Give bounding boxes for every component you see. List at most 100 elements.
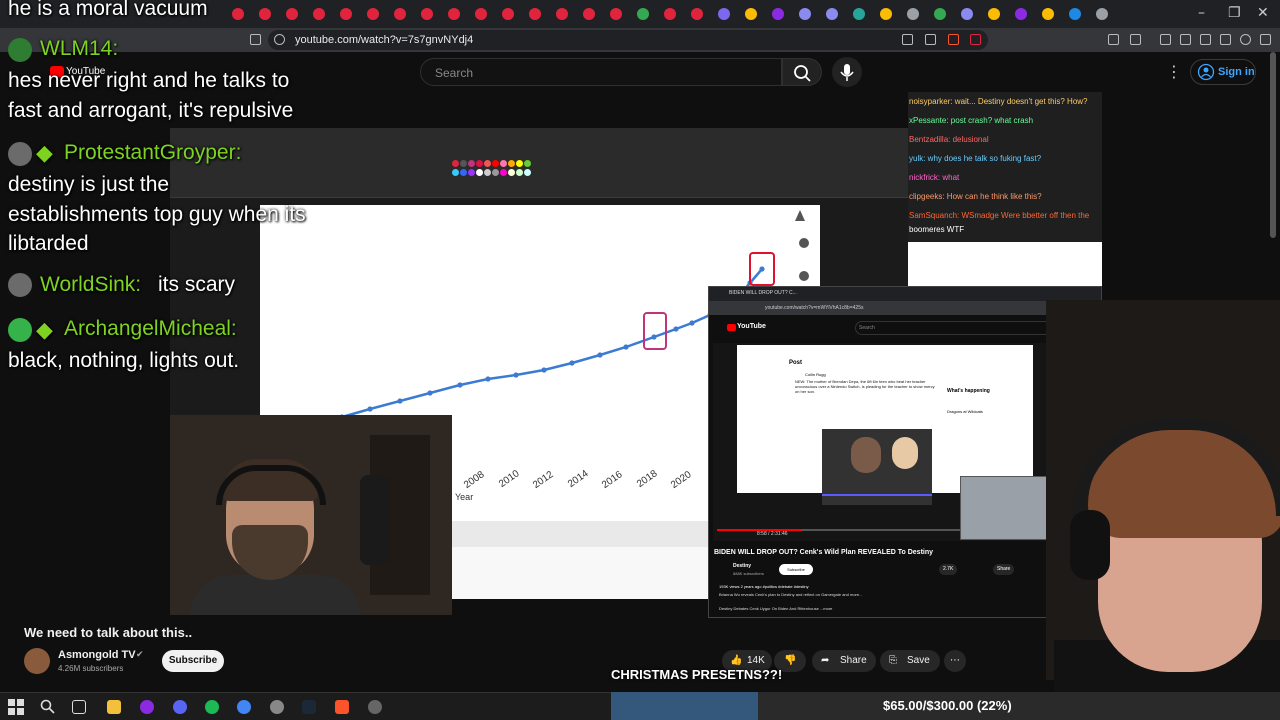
- embedded-progress[interactable]: [822, 494, 932, 496]
- color-swatch[interactable]: [476, 160, 483, 167]
- channel-avatar[interactable]: [24, 648, 50, 674]
- browser-tab[interactable]: [583, 8, 595, 20]
- steam-icon[interactable]: [302, 700, 316, 714]
- color-swatch[interactable]: [468, 160, 475, 167]
- pin-icon[interactable]: [795, 210, 805, 221]
- brave-icon[interactable]: [335, 700, 349, 714]
- close-icon[interactable]: ✕: [1257, 5, 1269, 21]
- browser-tab[interactable]: [799, 8, 811, 20]
- color-swatch[interactable]: [492, 160, 499, 167]
- inner-youtube-logo[interactable]: YouTube: [737, 323, 766, 330]
- browser-tab[interactable]: [502, 8, 514, 20]
- brave-rewards-icon[interactable]: [970, 34, 981, 45]
- maximize-icon[interactable]: ❐: [1228, 5, 1241, 21]
- color-swatch[interactable]: [524, 160, 531, 167]
- media-icon[interactable]: [1160, 34, 1171, 45]
- inner-description-more[interactable]: Destiny Debates Cenk Uygur On Biden And …: [719, 606, 832, 611]
- inner-subscribe-button[interactable]: Subscribe: [779, 564, 813, 575]
- browser-tab[interactable]: [934, 8, 946, 20]
- obs-icon[interactable]: [140, 700, 154, 714]
- browser-tab[interactable]: [475, 8, 487, 20]
- inner-url[interactable]: youtube.com/watch?v=mWYiVhA1c8b=425s: [765, 305, 863, 311]
- share-button[interactable]: ➦ Share: [812, 650, 876, 672]
- inner-like-button[interactable]: 2.7K: [939, 564, 958, 575]
- wallet-icon[interactable]: [1240, 34, 1251, 45]
- color-swatch[interactable]: [484, 160, 491, 167]
- browser-tab[interactable]: [448, 8, 460, 20]
- app-icon[interactable]: [368, 700, 382, 714]
- color-swatch[interactable]: [516, 169, 523, 176]
- inner-search-input[interactable]: [855, 321, 1055, 335]
- subscribe-button[interactable]: Subscribe: [162, 650, 224, 672]
- inner-tab-title[interactable]: BIDEN WILL DROP OUT? C...: [729, 290, 797, 296]
- spotify-icon[interactable]: [205, 700, 219, 714]
- browser-tab[interactable]: [1096, 8, 1108, 20]
- browser-tab[interactable]: [664, 8, 676, 20]
- voice-search-button[interactable]: [832, 57, 862, 87]
- color-swatch[interactable]: [452, 169, 459, 176]
- color-swatch[interactable]: [460, 169, 467, 176]
- browser-tab[interactable]: [367, 8, 379, 20]
- color-swatch[interactable]: [460, 160, 467, 167]
- color-swatch[interactable]: [508, 169, 515, 176]
- browser-tab[interactable]: [826, 8, 838, 20]
- extension-icon[interactable]: [1220, 34, 1231, 45]
- discord-icon[interactable]: [173, 700, 187, 714]
- extension-icon[interactable]: [1200, 34, 1211, 45]
- browser-tab[interactable]: [637, 8, 649, 20]
- browser-tab[interactable]: [394, 8, 406, 20]
- color-swatch[interactable]: [500, 169, 507, 176]
- save-button[interactable]: ⎘ Save: [880, 650, 940, 672]
- settings-icon[interactable]: [799, 271, 809, 281]
- browser-tab[interactable]: [853, 8, 865, 20]
- search-button[interactable]: [782, 58, 822, 86]
- search-icon[interactable]: [40, 699, 56, 715]
- brave-shield-icon[interactable]: [948, 34, 959, 45]
- inner-channel-name[interactable]: Destiny: [733, 563, 751, 569]
- browser-tab[interactable]: [880, 8, 892, 20]
- task-view-icon[interactable]: [72, 700, 86, 714]
- browser-tab[interactable]: [745, 8, 757, 20]
- browser-tab[interactable]: [1042, 8, 1054, 20]
- cast-icon[interactable]: [902, 34, 913, 45]
- browser-tab[interactable]: [988, 8, 1000, 20]
- extension-icon[interactable]: [1130, 34, 1141, 45]
- color-swatch[interactable]: [524, 169, 531, 176]
- file-explorer-icon[interactable]: [107, 700, 121, 714]
- browser-tab[interactable]: [907, 8, 919, 20]
- color-swatch[interactable]: [516, 160, 523, 167]
- channel-name[interactable]: Asmongold TV: [58, 649, 136, 661]
- color-swatch[interactable]: [492, 169, 499, 176]
- browser-tab[interactable]: [1069, 8, 1081, 20]
- more-actions-button[interactable]: ⋯: [944, 650, 966, 672]
- sign-in-button[interactable]: Sign in: [1190, 59, 1256, 85]
- search-input[interactable]: Search: [420, 58, 782, 86]
- chrome-icon[interactable]: [237, 700, 251, 714]
- page-scrollbar[interactable]: [1270, 52, 1276, 238]
- browser-tab[interactable]: [718, 8, 730, 20]
- color-swatch[interactable]: [476, 169, 483, 176]
- browser-tab[interactable]: [691, 8, 703, 20]
- browser-tab[interactable]: [529, 8, 541, 20]
- app-icon[interactable]: [270, 700, 284, 714]
- color-swatch[interactable]: [484, 169, 491, 176]
- browser-tab[interactable]: [610, 8, 622, 20]
- browser-tab[interactable]: [961, 8, 973, 20]
- notification-icon[interactable]: [799, 238, 809, 248]
- menu-icon[interactable]: [1260, 34, 1271, 45]
- color-swatch[interactable]: [452, 160, 459, 167]
- browser-tab[interactable]: [421, 8, 433, 20]
- trending-item[interactable]: Dragons at Wildcats: [947, 409, 983, 414]
- browser-tab[interactable]: [772, 8, 784, 20]
- inner-share-button[interactable]: Share: [993, 564, 1015, 575]
- color-swatch[interactable]: [468, 169, 475, 176]
- browser-tab[interactable]: [1015, 8, 1027, 20]
- sidebar-icon[interactable]: [1180, 34, 1191, 45]
- windows-start-icon[interactable]: [8, 699, 24, 715]
- browser-tab[interactable]: [340, 8, 352, 20]
- minimize-icon[interactable]: –: [1198, 5, 1205, 21]
- share-icon[interactable]: [925, 34, 936, 45]
- color-swatch[interactable]: [500, 160, 507, 167]
- browser-tab[interactable]: [556, 8, 568, 20]
- color-swatch[interactable]: [508, 160, 515, 167]
